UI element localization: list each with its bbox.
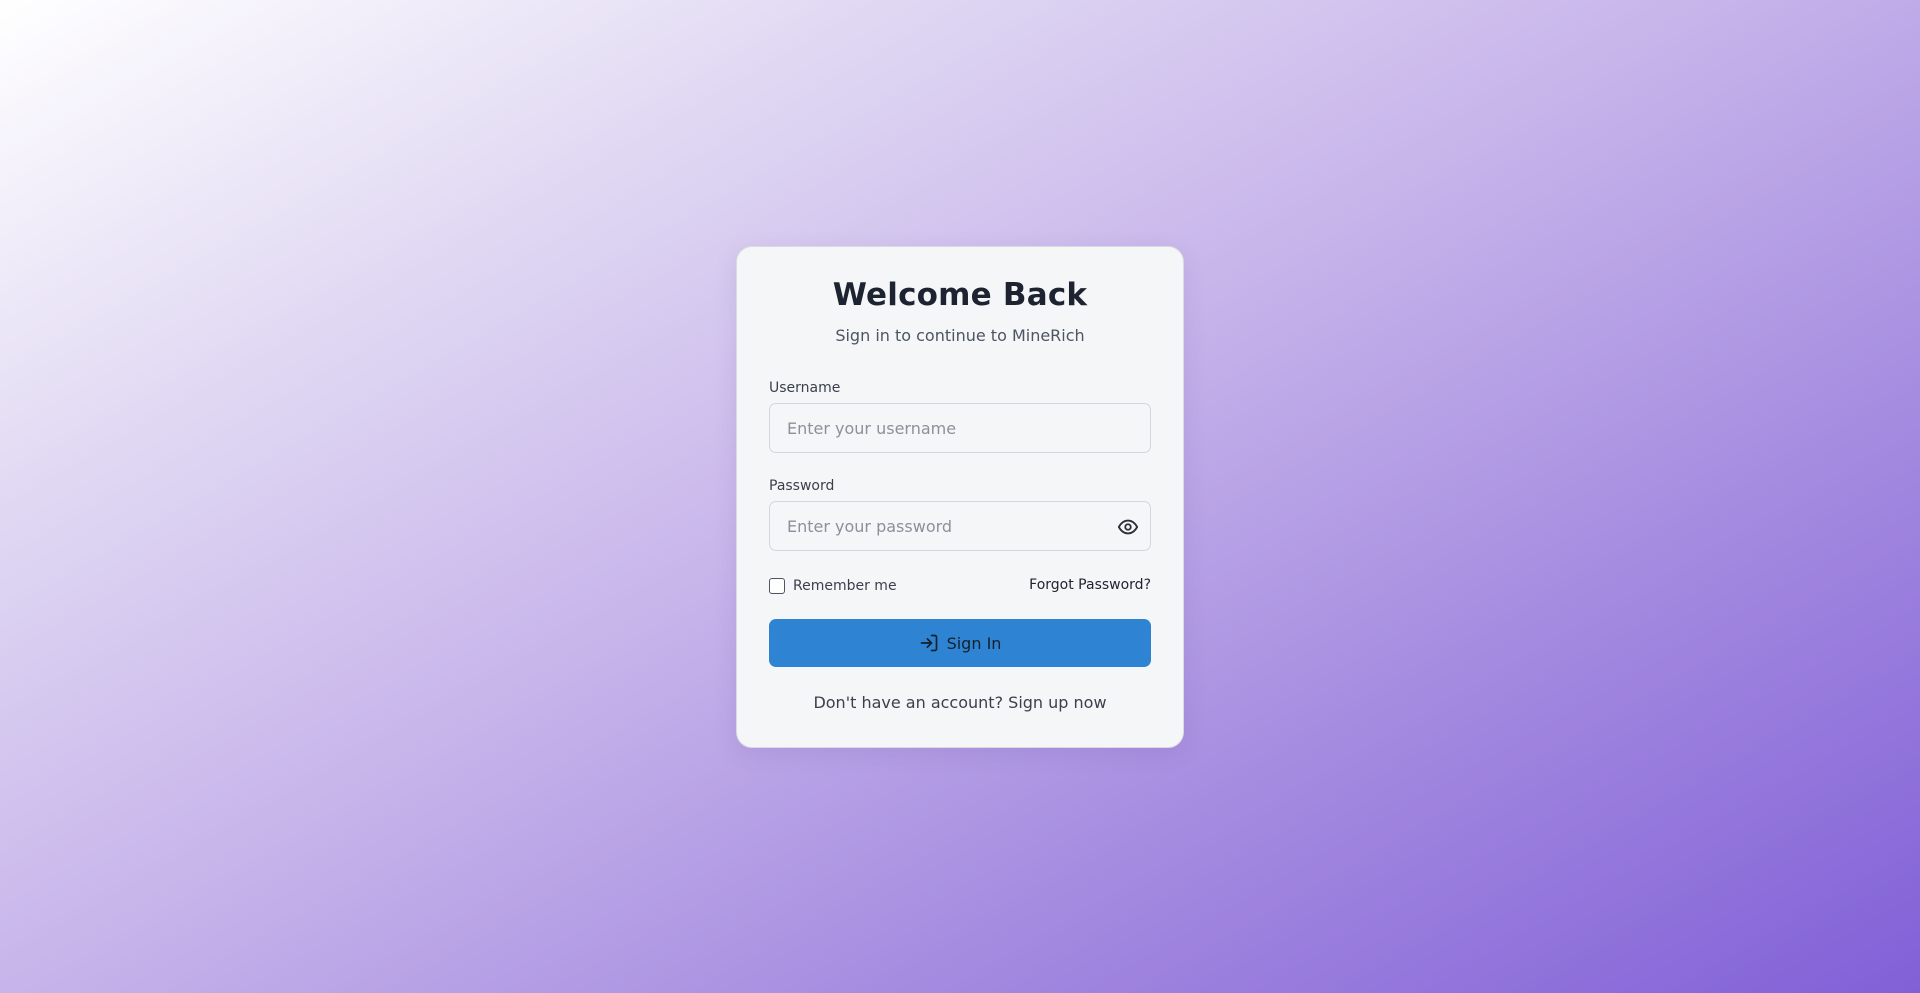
sign-in-label: Sign In: [946, 633, 1002, 653]
sign-in-button[interactable]: Sign In: [769, 619, 1151, 667]
username-label: Username: [769, 380, 841, 396]
username-input[interactable]: [770, 404, 1150, 452]
password-input[interactable]: [770, 502, 1150, 550]
page-title: Welcome Back: [832, 277, 1088, 313]
login-card: Welcome Back Sign in to continue to Mine…: [736, 246, 1184, 748]
remember-me-checkbox[interactable]: [769, 578, 785, 594]
page-subtitle: Sign in to continue to MineRich: [835, 326, 1085, 345]
signup-prompt-text: Don't have an account?: [813, 693, 1004, 712]
password-field-wrapper: [769, 501, 1151, 551]
signup-link[interactable]: Sign up now: [1008, 693, 1106, 712]
forgot-password-link[interactable]: Forgot Password?: [1029, 577, 1151, 593]
eye-icon[interactable]: [1117, 516, 1139, 538]
password-label: Password: [769, 478, 835, 494]
remember-me-label: Remember me: [793, 578, 897, 594]
remember-me[interactable]: Remember me: [769, 576, 897, 596]
signup-prompt: Don't have an account? Sign up now: [737, 693, 1183, 712]
sign-in-icon: [919, 633, 939, 653]
username-field-wrapper: [769, 403, 1151, 453]
